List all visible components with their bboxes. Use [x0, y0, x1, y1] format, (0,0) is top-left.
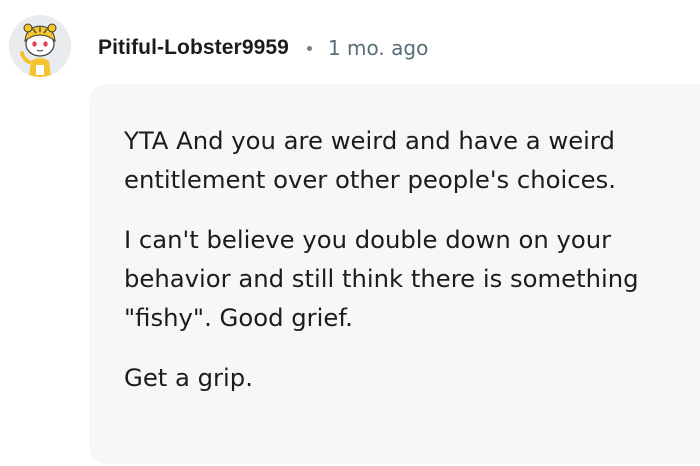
comment-paragraph: I can't believe you double down on your …: [124, 220, 694, 337]
comment-author-link[interactable]: Pitiful-Lobster9959: [98, 36, 289, 60]
separator-dot: [306, 45, 312, 51]
comment-line: Get a grip.: [124, 363, 253, 392]
comment-line: I can't believe you double down on your: [124, 225, 612, 254]
comment-paragraph: YTA And you are weird and have a weird e…: [124, 121, 694, 199]
comment-paragraph: Get a grip.: [124, 358, 694, 397]
user-avatar[interactable]: [9, 15, 71, 77]
comment-line: behavior and still think there is someth…: [124, 264, 639, 293]
comment-page: Pitiful-Lobster9959 1 mo. ago YTA And yo…: [0, 0, 700, 466]
comment-line: "fishy". Good grief.: [124, 303, 353, 332]
comment-body: YTA And you are weird and have a weird e…: [124, 121, 694, 397]
comment-line: YTA And you are weird and have a weird: [124, 126, 615, 155]
snoo-avatar-icon: [20, 23, 57, 77]
comment-line: entitlement over other people's choices.: [124, 165, 616, 194]
comment-timestamp[interactable]: 1 mo. ago: [328, 36, 428, 60]
comment-header: Pitiful-Lobster9959 1 mo. ago: [98, 33, 428, 63]
